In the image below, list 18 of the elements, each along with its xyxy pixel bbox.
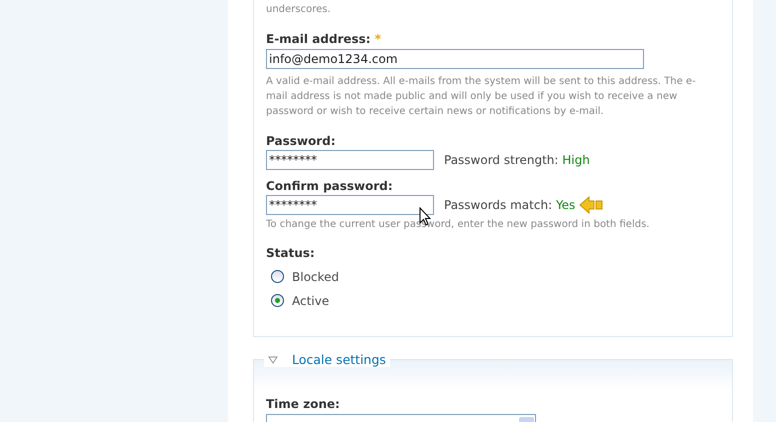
field-description: underscores. <box>266 3 332 17</box>
required-mark: * <box>374 32 382 46</box>
password-field[interactable]: ******** <box>266 150 434 170</box>
left-arrow-icon <box>579 196 604 214</box>
field-label: Time zone: <box>266 396 341 412</box>
collapse-triangle-icon[interactable] <box>268 356 278 364</box>
confirm-password-field[interactable]: ******** <box>266 195 434 215</box>
field-description: To change the current user password, enter the new password in both fields. <box>266 218 650 232</box>
field-description: A valid e-mail address. All e-mails from the system will be sent to this address. The e-mail address is not made public and will only be used if you wish to receive a new password or wish to receive certain news or notifications by e-mail. <box>266 75 697 119</box>
email-field[interactable]: info@demo1234.com <box>266 49 644 69</box>
field-label: Confirm password: <box>266 178 394 194</box>
field-label: Status: <box>266 245 316 261</box>
status-radio[interactable]: Blocked <box>271 268 340 285</box>
password-match: Passwords match: Yes <box>444 198 576 212</box>
field-label: Password: <box>266 133 336 149</box>
password-strength: Password strength: High <box>444 153 590 167</box>
status-radio[interactable]: Active <box>271 292 330 309</box>
field-label: E-mail address: <box>266 32 371 46</box>
